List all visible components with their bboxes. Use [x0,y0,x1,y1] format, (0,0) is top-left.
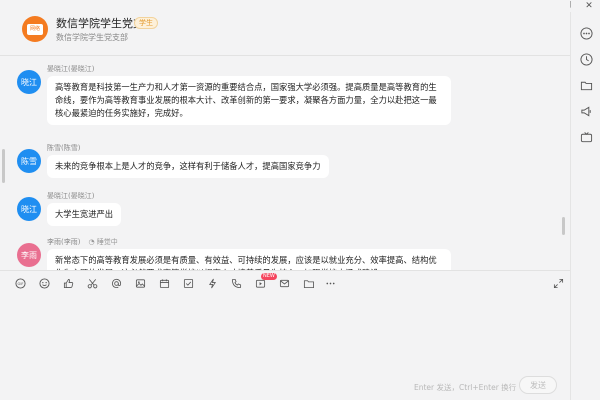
group-tag-badge: 学生 [134,17,158,29]
checkbox-icon[interactable] [182,277,194,289]
announcement-icon[interactable] [579,104,593,118]
send-button[interactable]: 发送 [519,376,557,394]
gif-icon[interactable]: GIF [14,277,26,289]
right-sidebar [570,12,600,400]
avatar[interactable]: 晓江 [17,70,41,94]
message-bubble: 新常态下的高等教育发展必须是有质量、有效益、可持续的发展，应该是以就业充分、效率… [47,249,451,270]
group-avatar[interactable]: 网络 [22,16,48,42]
avatar[interactable]: 晓江 [17,197,41,221]
emoji-icon[interactable] [38,277,50,289]
sender-name: 晏晓江(晏晓江) [47,192,95,200]
like-icon[interactable] [62,277,74,289]
message-bubble: 高等教育是科技第一生产力和人才第一资源的重要结合点，国家强大学必须强。提高质量是… [47,76,451,125]
user-status: ◔ 睡觉中 [88,238,118,246]
svg-text:GIF: GIF [17,282,23,286]
message-list[interactable]: 晓江 晏晓江(晏晓江) 高等教育是科技第一生产力和人才第一资源的重要结合点，国家… [0,57,570,270]
group-avatar-label: 网络 [27,23,43,35]
message-bubble: 大学生宽进严出 [47,203,122,226]
scissors-icon[interactable] [86,277,98,289]
sender-name: 李雨(李雨) ◔ 睡觉中 [47,237,118,247]
sender-name: 晏晓江(晏晓江) [47,65,95,73]
folder-icon[interactable] [302,277,314,289]
more-icon[interactable] [324,277,336,289]
group-subtitle: 数信学院学生党支部 [56,33,128,42]
lightning-icon[interactable] [206,277,218,289]
history-icon[interactable] [579,52,593,66]
message-input[interactable]: Enter 发送，Ctrl+Enter 换行 发送 [0,295,570,400]
phone-icon[interactable] [230,277,242,289]
mention-icon[interactable] [110,277,122,289]
folder-icon[interactable] [579,78,593,92]
user-status-text: 睡觉中 [96,238,118,246]
input-hint: Enter 发送，Ctrl+Enter 换行 [414,383,517,392]
close-icon[interactable]: ✕ [578,0,600,12]
input-toolbar: GIF NEW [0,270,570,294]
sender-name-text: 李雨(李雨) [47,238,81,246]
calendar-icon[interactable] [158,277,170,289]
chat-header: 网络 数信学院学生党支部 学生 数信学院学生党支部 [0,0,570,56]
more-options-icon[interactable] [579,26,593,40]
video-icon[interactable]: NEW [254,273,277,289]
avatar[interactable]: 陈雪 [17,149,41,173]
scrollbar-thumb[interactable] [562,217,565,235]
tv-icon[interactable] [579,130,593,144]
new-badge: NEW [261,273,277,280]
image-icon[interactable] [134,277,146,289]
sender-name: 陈雪(陈雪) [47,144,81,152]
message-bubble: 未来的竞争根本上是人才的竞争，这样有利于储备人才，提高国家竞争力 [47,155,329,178]
avatar[interactable]: 李雨 [17,243,41,267]
left-scrollbar[interactable] [2,149,5,183]
mail-icon[interactable] [278,277,290,289]
expand-icon[interactable] [552,277,564,289]
